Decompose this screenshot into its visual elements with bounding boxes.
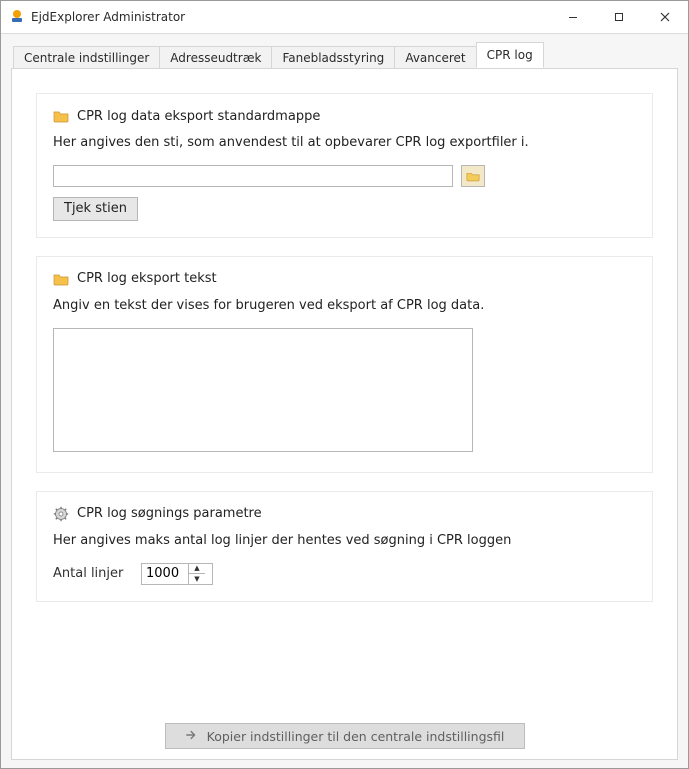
gear-icon xyxy=(53,506,69,522)
titlebar: EjdExplorer Administrator xyxy=(1,1,688,34)
browse-folder-button[interactable] xyxy=(461,165,485,187)
app-icon xyxy=(9,9,25,25)
line-count-input[interactable] xyxy=(142,564,188,584)
group-export-text-title: CPR log eksport tekst xyxy=(77,271,217,286)
tab-adresseudtraek[interactable]: Adresseudtræk xyxy=(159,46,272,69)
line-count-spinner[interactable]: ▲ ▼ xyxy=(141,563,213,585)
close-button[interactable] xyxy=(642,1,688,33)
group-export-text-desc: Angiv en tekst der vises for brugeren ve… xyxy=(53,297,636,316)
group-export-folder-title: CPR log data eksport standardmappe xyxy=(77,109,320,124)
tab-avanceret[interactable]: Avanceret xyxy=(394,46,476,69)
folder-icon xyxy=(53,271,69,287)
group-search-params: CPR log søgnings parametre Her angives m… xyxy=(36,491,653,602)
client-area: Centrale indstillinger Adresseudtræk Fan… xyxy=(1,34,688,768)
app-window: EjdExplorer Administrator Centrale indst… xyxy=(0,0,689,769)
window-buttons xyxy=(550,1,688,33)
maximize-button[interactable] xyxy=(596,1,642,33)
bottom-bar: Kopier indstillinger til den centrale in… xyxy=(36,715,653,749)
tab-page-cpr-log: CPR log data eksport standardmappe Her a… xyxy=(11,68,678,760)
copy-settings-label: Kopier indstillinger til den centrale in… xyxy=(207,729,505,744)
export-path-input[interactable] xyxy=(53,165,453,187)
line-count-label: Antal linjer xyxy=(53,566,131,581)
group-export-folder: CPR log data eksport standardmappe Her a… xyxy=(36,93,653,238)
copy-settings-button[interactable]: Kopier indstillinger til den centrale in… xyxy=(165,723,525,749)
group-search-params-desc: Her angives maks antal log linjer der he… xyxy=(53,532,636,551)
group-export-text: CPR log eksport tekst Angiv en tekst der… xyxy=(36,256,653,473)
spinner-up[interactable]: ▲ xyxy=(189,564,205,575)
tab-fanebladsstyring[interactable]: Fanebladsstyring xyxy=(271,46,395,69)
window-title: EjdExplorer Administrator xyxy=(31,10,550,24)
folder-icon xyxy=(53,108,69,124)
group-search-params-title: CPR log søgnings parametre xyxy=(77,506,262,521)
tab-centrale-indstillinger[interactable]: Centrale indstillinger xyxy=(13,46,160,69)
check-path-button[interactable]: Tjek stien xyxy=(53,197,138,221)
group-export-folder-desc: Her angives den sti, som anvendest til a… xyxy=(53,134,636,153)
spinner-down[interactable]: ▼ xyxy=(189,574,205,584)
export-text-textarea[interactable] xyxy=(53,328,473,452)
tab-strip: Centrale indstillinger Adresseudtræk Fan… xyxy=(13,44,678,68)
minimize-button[interactable] xyxy=(550,1,596,33)
arrow-right-icon xyxy=(185,728,199,745)
tab-cpr-log[interactable]: CPR log xyxy=(476,42,544,68)
